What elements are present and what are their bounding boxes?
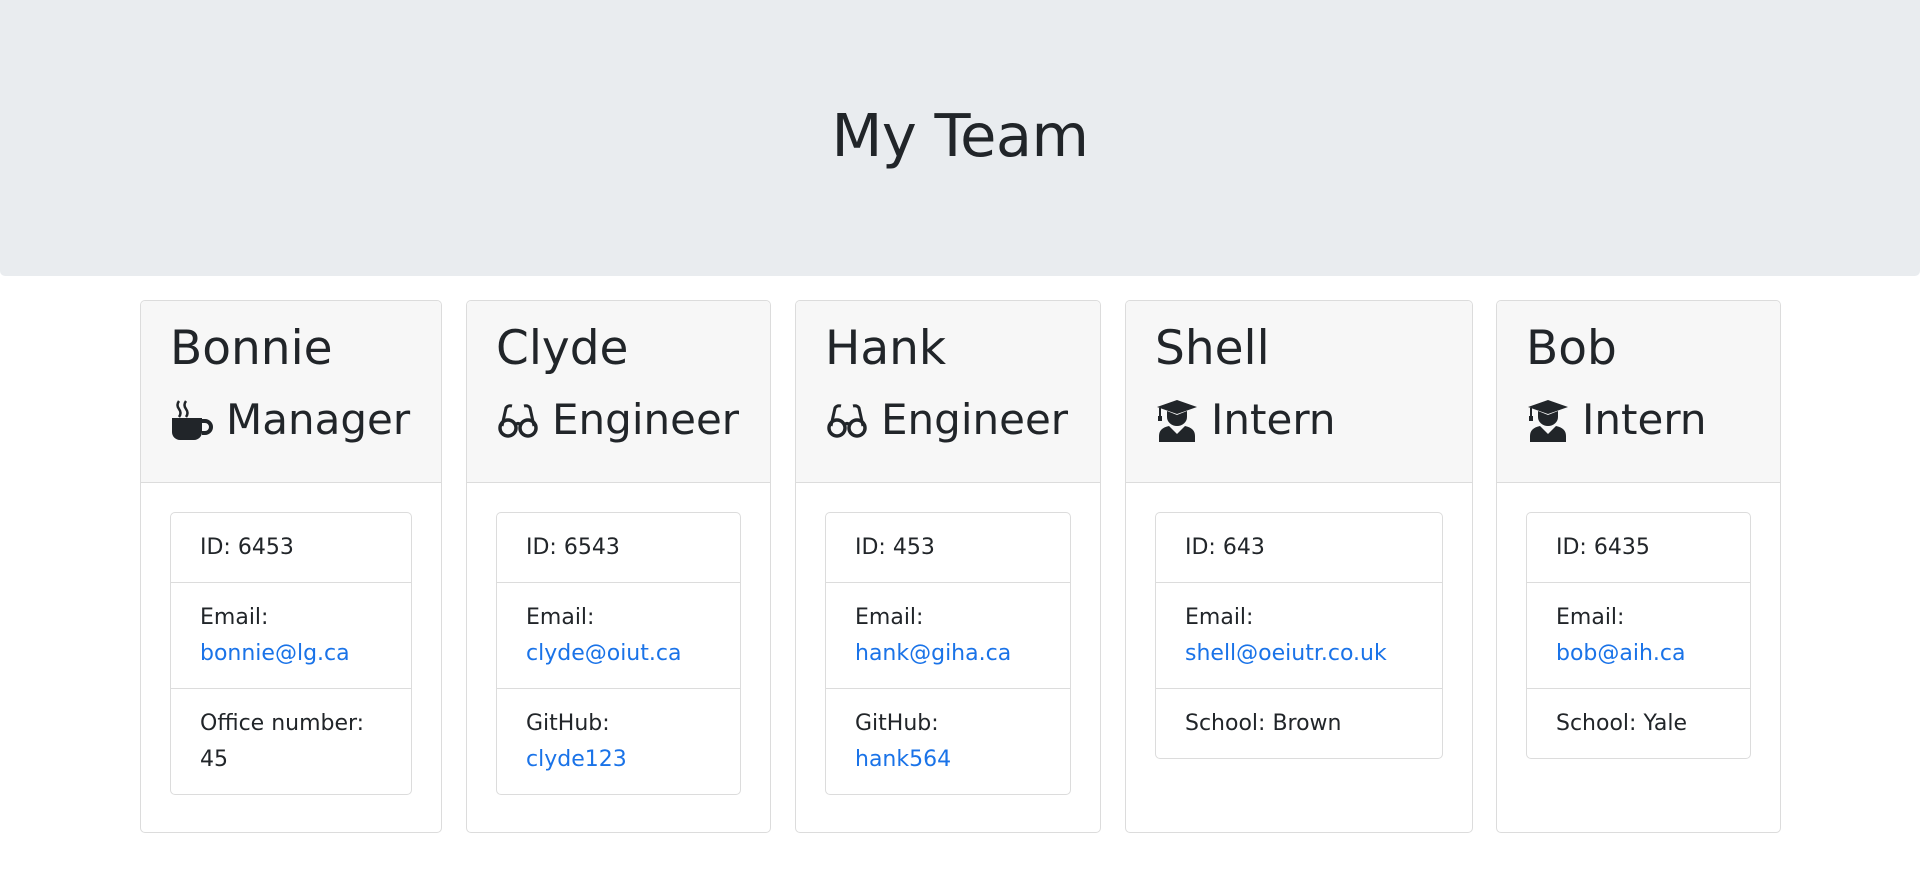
employee-role: Engineer — [496, 395, 770, 445]
email-item: Email: bob@aih.ca — [1527, 583, 1750, 689]
employee-name: Bob — [1526, 321, 1617, 376]
email-item: Email: clyde@oiut.ca — [497, 583, 740, 689]
github-item: GitHub: clyde123 — [497, 689, 740, 794]
card-body: ID: 6453 Email: bonnie@lg.ca Office numb… — [141, 483, 441, 795]
employee-card-hank: Hank Engineer ID: 453 Email: hank@giha.c… — [795, 300, 1101, 833]
graduate-icon — [1155, 398, 1199, 442]
card-body: ID: 6435 Email: bob@aih.ca School: Yale — [1497, 483, 1780, 759]
email-link[interactable]: bonnie@lg.ca — [200, 641, 350, 666]
role-label: Intern — [1211, 395, 1336, 444]
info-list: ID: 643 Email: shell@oeiutr.co.uk School… — [1155, 512, 1443, 759]
email-link[interactable]: bob@aih.ca — [1556, 641, 1686, 666]
role-label: Engineer — [881, 395, 1069, 444]
school-item: School: Brown — [1185, 711, 1342, 736]
glasses-icon — [496, 398, 540, 442]
employee-role: Manager — [170, 395, 441, 445]
role-label: Manager — [226, 395, 411, 444]
coffee-mug-icon — [170, 398, 214, 442]
card-body: ID: 6543 Email: clyde@oiut.ca GitHub: cl… — [467, 483, 770, 795]
github-label: GitHub: — [526, 711, 610, 736]
info-list: ID: 453 Email: hank@giha.ca GitHub: hank… — [825, 512, 1071, 795]
school-item: School: Yale — [1556, 711, 1687, 736]
email-item: Email: shell@oeiutr.co.uk — [1156, 583, 1442, 689]
info-list: ID: 6543 Email: clyde@oiut.ca GitHub: cl… — [496, 512, 741, 795]
role-label: Intern — [1582, 395, 1707, 444]
employee-role: Intern — [1526, 395, 1780, 445]
graduate-icon — [1526, 398, 1570, 442]
id-item: ID: 643 — [1156, 513, 1442, 583]
email-label: Email: — [1556, 605, 1625, 630]
github-label: GitHub: — [855, 711, 939, 736]
page-title: My Team — [831, 100, 1089, 170]
email-link[interactable]: clyde@oiut.ca — [526, 641, 681, 666]
employee-name: Clyde — [496, 321, 629, 376]
card-body: ID: 453 Email: hank@giha.ca GitHub: hank… — [796, 483, 1100, 795]
id-item: ID: 453 — [826, 513, 1070, 583]
info-list: ID: 6453 Email: bonnie@lg.ca Office numb… — [170, 512, 412, 795]
email-item: Email: bonnie@lg.ca — [171, 583, 411, 689]
email-label: Email: — [1185, 605, 1254, 630]
card-header: Shell Intern — [1126, 301, 1472, 483]
card-header: Clyde Engineer — [467, 301, 770, 483]
header-banner: My Team — [0, 0, 1920, 276]
card-header: Bonnie Manager — [141, 301, 441, 483]
employee-role: Intern — [1155, 395, 1472, 445]
employee-name: Hank — [825, 321, 947, 376]
email-label: Email: — [526, 605, 595, 630]
employee-card-shell: Shell Intern ID: 643 Email: shell@oeiutr… — [1125, 300, 1473, 833]
email-label: Email: — [200, 605, 269, 630]
office-number-value: 45 — [200, 747, 228, 772]
employee-card-bob: Bob Intern ID: 6435 Email: bob@aih.ca Sc… — [1496, 300, 1781, 833]
email-link[interactable]: hank@giha.ca — [855, 641, 1011, 666]
office-number-label: Office number: — [200, 711, 365, 736]
github-link[interactable]: clyde123 — [526, 747, 627, 772]
id-item: ID: 6453 — [171, 513, 411, 583]
id-item: ID: 6543 — [497, 513, 740, 583]
role-label: Engineer — [552, 395, 740, 444]
employee-name: Bonnie — [170, 321, 333, 376]
employee-card-bonnie: Bonnie Manager ID: 6453 Email: bonnie@lg… — [140, 300, 442, 833]
glasses-icon — [825, 398, 869, 442]
employee-role: Engineer — [825, 395, 1100, 445]
id-item: ID: 6435 — [1527, 513, 1750, 583]
github-item: GitHub: hank564 — [826, 689, 1070, 794]
email-item: Email: hank@giha.ca — [826, 583, 1070, 689]
email-link[interactable]: shell@oeiutr.co.uk — [1185, 641, 1387, 666]
github-link[interactable]: hank564 — [855, 747, 951, 772]
info-list: ID: 6435 Email: bob@aih.ca School: Yale — [1526, 512, 1751, 759]
card-header: Bob Intern — [1497, 301, 1780, 483]
email-label: Email: — [855, 605, 924, 630]
employee-name: Shell — [1155, 321, 1270, 376]
team-cards: Bonnie Manager ID: 6453 Email: bonnie@lg… — [0, 300, 1920, 840]
employee-card-clyde: Clyde Engineer ID: 6543 Email: clyde@oiu… — [466, 300, 771, 833]
card-header: Hank Engineer — [796, 301, 1100, 483]
office-number-item: Office number: 45 — [171, 689, 411, 794]
card-body: ID: 643 Email: shell@oeiutr.co.uk School… — [1126, 483, 1472, 759]
